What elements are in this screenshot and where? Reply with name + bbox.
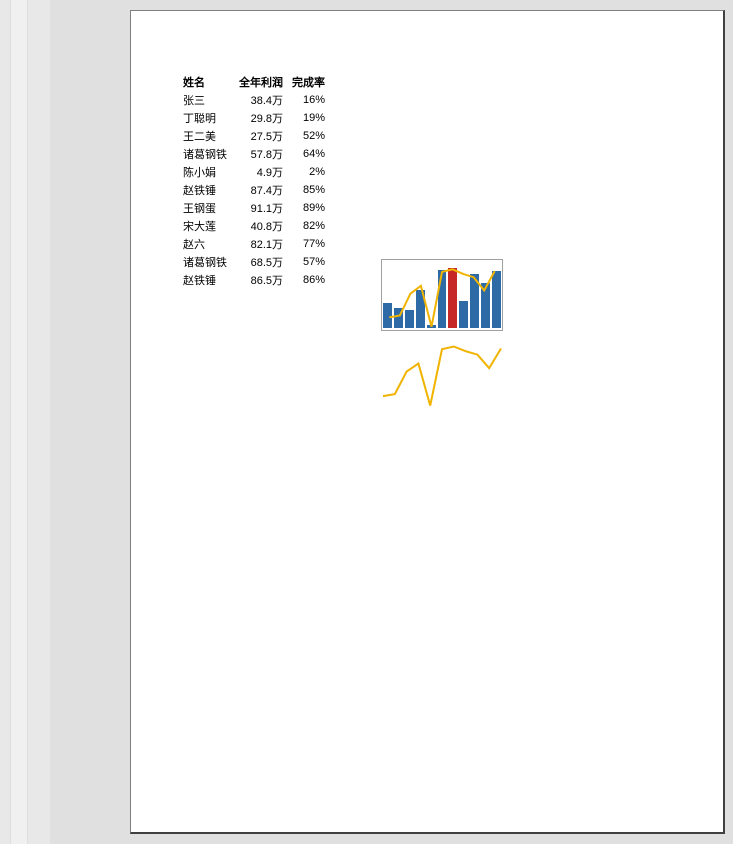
table-row: 陈小娟4.9万2% <box>179 163 329 181</box>
cell-profit: 57.8万 <box>235 145 287 163</box>
table-row: 赵铁锤87.4万85% <box>179 181 329 199</box>
cell-name: 王钢蛋 <box>179 199 235 217</box>
chart-bar <box>448 268 457 328</box>
cell-rate: 82% <box>287 217 329 235</box>
cell-name: 诸葛钢铁 <box>179 253 235 271</box>
cell-rate: 64% <box>287 145 329 163</box>
cell-rate: 89% <box>287 199 329 217</box>
cell-name: 赵铁锤 <box>179 271 235 289</box>
cell-profit: 40.8万 <box>235 217 287 235</box>
cell-rate: 2% <box>287 163 329 181</box>
cell-profit: 4.9万 <box>235 163 287 181</box>
cell-profit: 91.1万 <box>235 199 287 217</box>
cell-name: 宋大莲 <box>179 217 235 235</box>
table-row: 宋大莲40.8万82% <box>179 217 329 235</box>
cell-profit: 87.4万 <box>235 181 287 199</box>
chart-bar <box>481 283 490 328</box>
profit-bar-chart <box>381 259 503 331</box>
data-table: 姓名 全年利润 完成率 张三38.4万16%丁聪明29.8万19%王二美27.5… <box>179 73 329 289</box>
cell-rate: 86% <box>287 271 329 289</box>
cell-name: 张三 <box>179 91 235 109</box>
chart-bar <box>394 308 403 328</box>
cell-profit: 86.5万 <box>235 271 287 289</box>
cell-rate: 57% <box>287 253 329 271</box>
cell-name: 诸葛钢铁 <box>179 145 235 163</box>
cell-rate: 52% <box>287 127 329 145</box>
col-rate: 完成率 <box>287 73 329 91</box>
cell-rate: 77% <box>287 235 329 253</box>
table-row: 王钢蛋91.1万89% <box>179 199 329 217</box>
cell-rate: 19% <box>287 109 329 127</box>
col-profit: 全年利润 <box>235 73 287 91</box>
table-row: 诸葛钢铁68.5万57% <box>179 253 329 271</box>
chart-bar <box>459 301 468 328</box>
gutter <box>0 0 50 844</box>
document-page: 姓名 全年利润 完成率 张三38.4万16%丁聪明29.8万19%王二美27.5… <box>130 10 725 834</box>
cell-profit: 68.5万 <box>235 253 287 271</box>
cell-name: 王二美 <box>179 127 235 145</box>
cell-profit: 27.5万 <box>235 127 287 145</box>
chart-bar <box>405 310 414 328</box>
cell-rate: 16% <box>287 91 329 109</box>
table-header-row: 姓名 全年利润 完成率 <box>179 73 329 91</box>
rate-spark-line <box>381 335 503 411</box>
table-row: 张三38.4万16% <box>179 91 329 109</box>
cell-name: 赵铁锤 <box>179 181 235 199</box>
chart-group <box>381 259 511 414</box>
table-row: 王二美27.5万52% <box>179 127 329 145</box>
table-row: 赵六82.1万77% <box>179 235 329 253</box>
cell-profit: 29.8万 <box>235 109 287 127</box>
cell-rate: 85% <box>287 181 329 199</box>
scrollbar-track[interactable] <box>10 0 28 844</box>
table-row: 诸葛钢铁57.8万64% <box>179 145 329 163</box>
table-row: 丁聪明29.8万19% <box>179 109 329 127</box>
table-row: 赵铁锤86.5万86% <box>179 271 329 289</box>
chart-bar <box>427 325 436 328</box>
chart-bar <box>438 270 447 328</box>
chart-bar <box>383 303 392 328</box>
cell-name: 丁聪明 <box>179 109 235 127</box>
cell-profit: 38.4万 <box>235 91 287 109</box>
col-name: 姓名 <box>179 73 235 91</box>
cell-profit: 82.1万 <box>235 235 287 253</box>
chart-bar <box>470 274 479 328</box>
chart-bar <box>492 271 501 328</box>
cell-name: 陈小娟 <box>179 163 235 181</box>
cell-name: 赵六 <box>179 235 235 253</box>
chart-bar <box>416 290 425 328</box>
